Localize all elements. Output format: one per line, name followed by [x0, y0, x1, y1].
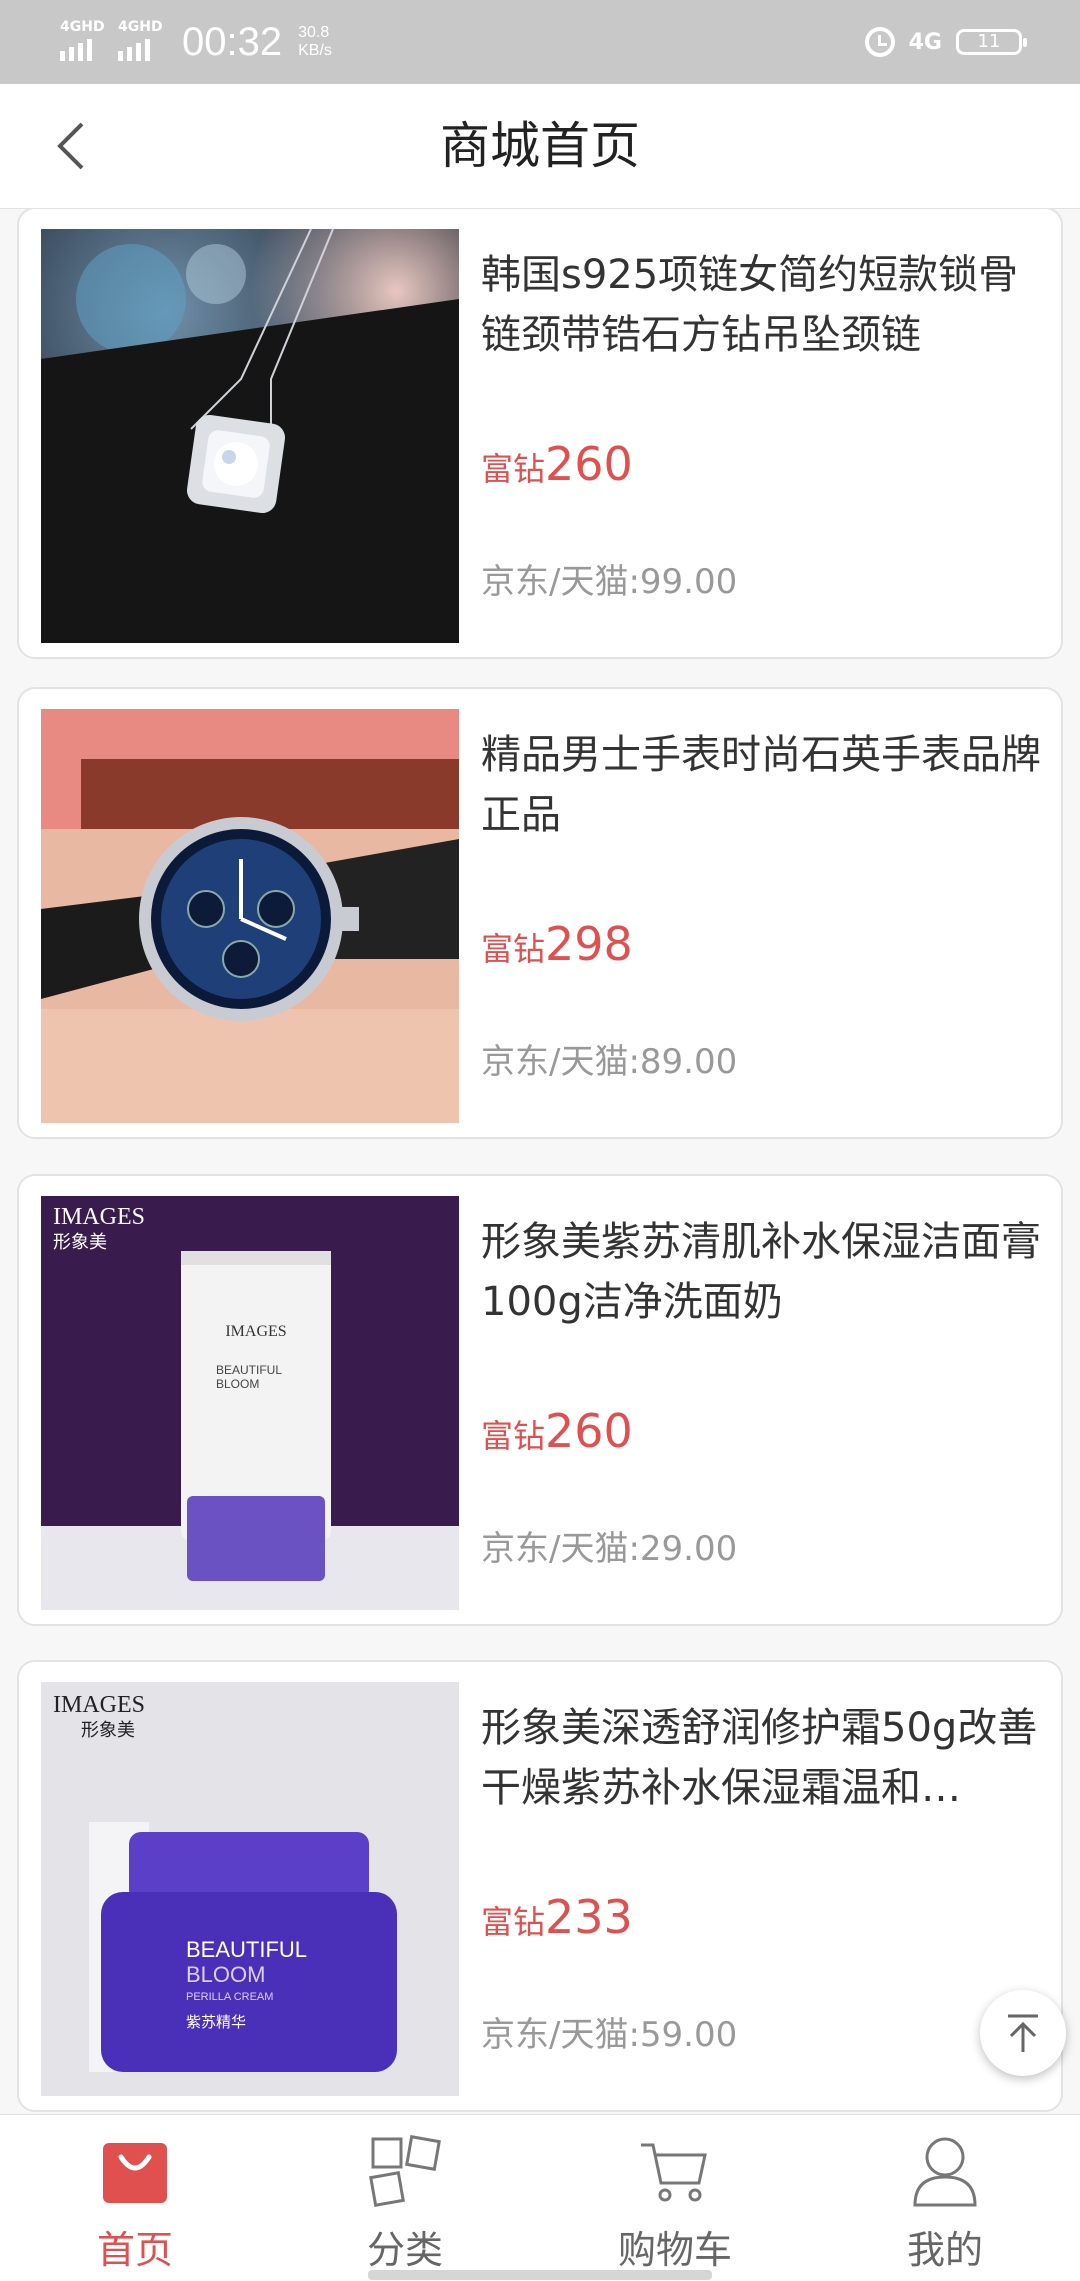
image-text: BEAUTIFUL — [216, 1363, 282, 1377]
product-name[interactable]: 韩国s925项链女简约短款锁骨链颈带锆石方钻吊坠颈链 — [481, 245, 1051, 365]
image-text: 紫苏精华 — [186, 2013, 246, 2031]
image-brand: IMAGES — [53, 1692, 145, 1718]
tab-label: 我的 — [906, 2228, 983, 2272]
product-price: 富钻298 — [481, 914, 633, 979]
network-type: 4G — [908, 29, 942, 55]
price-value: 233 — [545, 1890, 633, 1944]
battery-level: 11 — [977, 31, 1001, 52]
signal-label: 4GHD — [60, 19, 105, 35]
image-text: PERILLA CREAM — [186, 1991, 273, 2003]
product-name[interactable]: 精品男士手表时尚石英手表品牌正品 — [481, 725, 1051, 845]
product-card[interactable]: 精品男士手表时尚石英手表品牌正品 富钻298 京东/天猫:89.00 — [17, 687, 1063, 1139]
product-card[interactable]: IMAGES BEAUTIFUL BLOOM IMAGES 形象美 形象美紫苏清… — [17, 1174, 1063, 1626]
category-icon — [369, 2135, 441, 2207]
reference-price: 京东/天猫:89.00 — [481, 1042, 738, 1082]
product-name[interactable]: 形象美紫苏清肌补水保湿洁面膏100g洁净洗面奶 — [481, 1212, 1051, 1332]
image-brand: IMAGES — [53, 1204, 145, 1230]
reference-price: 京东/天猫:59.00 — [481, 2015, 738, 2055]
tab-cart[interactable]: 购物车 — [575, 2115, 775, 2281]
page-title: 商城首页 — [440, 117, 640, 175]
tab-mine[interactable]: 我的 — [845, 2115, 1045, 2281]
clock: 00:32 — [182, 19, 283, 64]
image-brand-cn: 形象美 — [53, 1232, 107, 1253]
back-to-top-button[interactable] — [980, 1990, 1066, 2076]
product-image-cream[interactable]: BEAUTIFUL BLOOM PERILLA CREAM 紫苏精华 IMAGE… — [41, 1682, 459, 2096]
image-text: BLOOM — [216, 1377, 259, 1391]
cart-icon — [641, 2143, 707, 2202]
price-value: 260 — [545, 437, 633, 491]
speed-unit: KB/s — [298, 42, 332, 59]
bottom-tab-bar: 首页 分类 购物车 我的 — [0, 2114, 1080, 2281]
tab-label: 分类 — [366, 2228, 443, 2272]
product-image-cleanser[interactable]: IMAGES BEAUTIFUL BLOOM IMAGES 形象美 — [41, 1196, 459, 1610]
product-image-watch[interactable] — [41, 709, 459, 1123]
price-prefix: 富钻 — [481, 1417, 546, 1455]
product-name[interactable]: 形象美深透舒润修护霜50g改善干燥紫苏补水保湿霜温和… — [481, 1698, 1051, 1818]
product-price: 富钻260 — [481, 1401, 633, 1466]
image-text: BEAUTIFUL — [186, 1937, 307, 1962]
image-brand-text: IMAGES — [225, 1323, 286, 1340]
product-image-necklace[interactable] — [41, 229, 459, 643]
product-price: 富钻233 — [481, 1887, 633, 1952]
reference-price: 京东/天猫:99.00 — [481, 562, 738, 602]
image-text: BLOOM — [186, 1962, 265, 1987]
app-header: 商城首页 — [0, 84, 1080, 209]
home-indicator — [368, 2270, 712, 2280]
signal-icon: 4GHD — [118, 19, 168, 65]
tab-label: 购物车 — [617, 2228, 732, 2272]
image-brand-cn: 形象美 — [81, 1720, 135, 1741]
product-card[interactable]: BEAUTIFUL BLOOM PERILLA CREAM 紫苏精华 IMAGE… — [17, 1660, 1063, 2112]
price-prefix: 富钻 — [481, 450, 546, 488]
tab-label: 首页 — [96, 2228, 173, 2272]
status-right: 4G 11 — [864, 14, 1027, 70]
arrow-up-to-top-icon — [1008, 2014, 1038, 2052]
price-prefix: 富钻 — [481, 930, 546, 968]
price-value: 298 — [545, 917, 633, 971]
network-speed: 30.8 KB/s — [298, 24, 332, 60]
shopping-bag-icon — [103, 2143, 167, 2203]
tab-home[interactable]: 首页 — [35, 2115, 235, 2281]
price-value: 260 — [545, 1404, 633, 1458]
tab-category[interactable]: 分类 — [305, 2115, 505, 2281]
alarm-icon — [864, 27, 895, 57]
status-left: 4GHD 4GHD 00:32 30.8 KB/s — [60, 14, 332, 70]
reference-price: 京东/天猫:29.00 — [481, 1529, 738, 1569]
signal-icon: 4GHD — [60, 19, 110, 65]
status-bar: 4GHD 4GHD 00:32 30.8 KB/s 4G 11 — [0, 0, 1080, 84]
battery-icon: 11 — [956, 29, 1027, 55]
product-card[interactable]: 韩国s925项链女简约短款锁骨链颈带锆石方钻吊坠颈链 富钻260 京东/天猫:9… — [17, 208, 1063, 659]
speed-value: 30.8 — [298, 24, 330, 41]
product-list[interactable]: 韩国s925项链女简约短款锁骨链颈带锆石方钻吊坠颈链 富钻260 京东/天猫:9… — [0, 208, 1080, 2114]
signal-label: 4GHD — [118, 19, 163, 35]
product-price: 富钻260 — [481, 434, 633, 499]
price-prefix: 富钻 — [481, 1903, 546, 1941]
user-icon — [913, 2137, 977, 2207]
